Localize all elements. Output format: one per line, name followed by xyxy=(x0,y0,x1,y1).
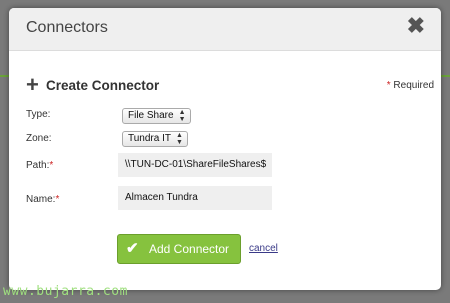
name-required-star: * xyxy=(55,194,60,205)
type-select-value: File Share xyxy=(128,110,174,121)
plus-icon: + xyxy=(26,72,39,97)
required-label: Required xyxy=(390,80,434,91)
check-icon: ✔ xyxy=(126,240,139,257)
name-input[interactable]: Almacen Tundra xyxy=(118,186,272,210)
type-select[interactable]: File Share ▲ ▼ xyxy=(122,108,191,124)
path-input[interactable]: \\TUN-DC-01\ShareFileShares$ xyxy=(118,153,272,177)
watermark: www.bujarra.com xyxy=(3,284,128,299)
connectors-dialog: Connectors ✖ + Create Connector * Requir… xyxy=(9,8,441,290)
cancel-link[interactable]: cancel xyxy=(249,243,278,254)
zone-label: Zone: xyxy=(26,133,52,144)
zone-select[interactable]: Tundra IT ▲ ▼ xyxy=(122,131,188,147)
add-connector-label: Add Connector xyxy=(149,242,230,256)
dialog-title: Connectors xyxy=(26,19,108,36)
required-note: * Required xyxy=(387,80,434,91)
zone-select-value: Tundra IT xyxy=(128,133,171,144)
dialog-header: Connectors ✖ xyxy=(9,8,441,51)
select-arrows-icon: ▲ ▼ xyxy=(178,109,186,123)
name-label: Name:* xyxy=(26,194,59,205)
select-arrows-icon: ▲ ▼ xyxy=(176,132,183,146)
path-label-text: Path: xyxy=(26,160,50,171)
close-icon[interactable]: ✖ xyxy=(407,15,425,37)
create-connector-section: + Create Connector * Required xyxy=(26,72,434,97)
type-label: Type: xyxy=(26,109,51,120)
add-connector-button[interactable]: ✔ Add Connector xyxy=(117,234,241,264)
name-label-text: Name: xyxy=(26,194,56,205)
path-required-star: * xyxy=(49,160,54,171)
path-label: Path:* xyxy=(26,160,53,171)
section-title: Create Connector xyxy=(46,78,160,93)
